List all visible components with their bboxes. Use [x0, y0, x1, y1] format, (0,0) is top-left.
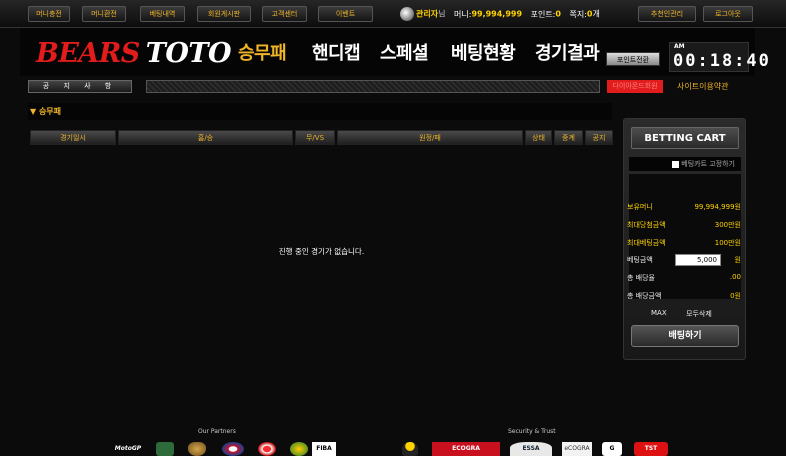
points-value: 0 — [555, 9, 561, 19]
notice-ticker[interactable] — [146, 80, 600, 93]
nav-special[interactable]: 스페셜 — [380, 42, 429, 66]
clock: AM 00:18:40 — [669, 42, 769, 72]
balance-label: 보유머니 — [627, 203, 653, 211]
max-win-label: 최대당첨금액 — [627, 221, 666, 229]
clear-all-button[interactable]: 모두삭제 — [686, 309, 712, 319]
max-button[interactable]: MAX — [651, 309, 667, 317]
logout-button[interactable]: 로그아웃 — [703, 6, 753, 22]
section-title: ▼ 승무패 — [28, 103, 612, 120]
referral-button[interactable]: 추천인관리 — [638, 6, 696, 22]
notice-label[interactable]: 공 지 사 항 — [28, 80, 132, 93]
withdraw-button[interactable]: 머니환전 — [82, 6, 126, 22]
security-logos: ECOGRA ESSA eCOGRA G TST — [400, 442, 670, 456]
col-status: 상태 — [525, 130, 552, 145]
cart-fix-toggle[interactable]: 베팅카트 고정하기 — [629, 157, 741, 171]
bayern-icon — [222, 442, 244, 456]
top-bar: 머니충전 머니환전 베팅내역 회원게시판 고객센터 이벤트 관리자님 머니:99… — [0, 0, 786, 28]
point-convert-button[interactable]: 포인트전환 — [606, 52, 660, 66]
club-badge-icon — [156, 442, 174, 456]
board-button[interactable]: 회원게시판 — [197, 6, 251, 22]
col-draw: 무/VS — [295, 130, 335, 145]
gc-icon: G — [602, 442, 622, 456]
nav-results[interactable]: 경기결과 — [535, 42, 600, 66]
support-button[interactable]: 고객센터 — [262, 6, 307, 22]
username: 관리자 — [416, 9, 439, 19]
max-bet-value: 100만원 — [714, 239, 741, 247]
col-home: 홈/승 — [118, 130, 293, 145]
checkbox-icon[interactable] — [672, 160, 680, 168]
benfica-icon — [258, 442, 276, 456]
crest-icon — [188, 442, 206, 456]
bet-amount-label: 베팅금액 — [627, 256, 653, 264]
essa-icon: ESSA — [510, 442, 552, 456]
mascot-icon — [402, 442, 418, 456]
bet-amount-input[interactable]: 5,000 — [675, 254, 721, 266]
clock-ampm: AM — [674, 43, 685, 50]
site-logo[interactable]: BEARS TOTO — [36, 38, 232, 70]
fiba-icon: FIBA — [312, 442, 336, 456]
total-payout-label: 총 배당금액 — [627, 292, 662, 300]
notice-badge[interactable]: 다이아몬드회원 — [607, 80, 663, 93]
col-broadcast: 중계 — [554, 130, 583, 145]
ecogra-seal-icon: eCOGRA — [562, 442, 592, 456]
cart-title: BETTING CART — [631, 127, 739, 149]
col-datetime: 경기일시 — [30, 130, 116, 145]
partner-logos: MotoGP FIBA — [110, 442, 340, 456]
max-win-value: 300만원 — [714, 221, 741, 229]
total-odds-value: .00 — [729, 273, 741, 281]
col-away: 원정/패 — [337, 130, 523, 145]
header: BEARS TOTO 승무패 핸디캡 스페셜 베팅현황 경기결과 포인트전환 AM… — [20, 28, 769, 76]
balance-value: 99,994,999원 — [694, 203, 741, 211]
max-bet-label: 최대베팅금액 — [627, 239, 666, 247]
notice-bar: 공 지 사 항 다이아몬드회원 사이트이용약관 — [20, 78, 755, 96]
partners-label: Our Partners — [198, 428, 236, 435]
place-bet-button[interactable]: 배팅하기 — [631, 325, 739, 347]
clock-time: 00:18:40 — [673, 51, 771, 71]
user-icon — [400, 7, 414, 21]
ecogra-icon: ECOGRA — [432, 442, 500, 456]
total-odds-label: 총 배당율 — [627, 274, 655, 282]
nav-bet-status[interactable]: 베팅현황 — [451, 42, 516, 66]
event-button[interactable]: 이벤트 — [318, 6, 373, 22]
bet-amount-unit: 원 — [734, 256, 741, 264]
betting-cart: BETTING CART 베팅카트 고정하기 보유머니 99,994,999원 … — [623, 118, 746, 360]
security-label: Security & Trust — [508, 428, 556, 435]
sport-badge-icon — [290, 442, 308, 456]
col-notice: 공지 — [585, 130, 613, 145]
nav-win-draw-lose[interactable]: 승무패 — [238, 42, 287, 66]
table-header: 경기일시 홈/승 무/VS 원정/패 상태 중계 공지 — [30, 130, 613, 145]
empty-message: 진행 중인 경기가 없습니다. — [278, 247, 365, 256]
deposit-button[interactable]: 머니충전 — [28, 6, 70, 22]
total-payout-value: 0원 — [730, 292, 741, 300]
bet-history-button[interactable]: 베팅내역 — [140, 6, 185, 22]
motogp-icon: MotoGP — [114, 445, 142, 452]
nav-handicap[interactable]: 핸디캡 — [312, 42, 361, 66]
terms-link[interactable]: 사이트이용약관 — [677, 81, 729, 92]
money-value: 99,994,999 — [471, 9, 523, 19]
user-info: 관리자님 머니:99,994,999 포인트:0 쪽지:0개 — [400, 7, 600, 22]
tst-icon: TST — [634, 442, 668, 456]
